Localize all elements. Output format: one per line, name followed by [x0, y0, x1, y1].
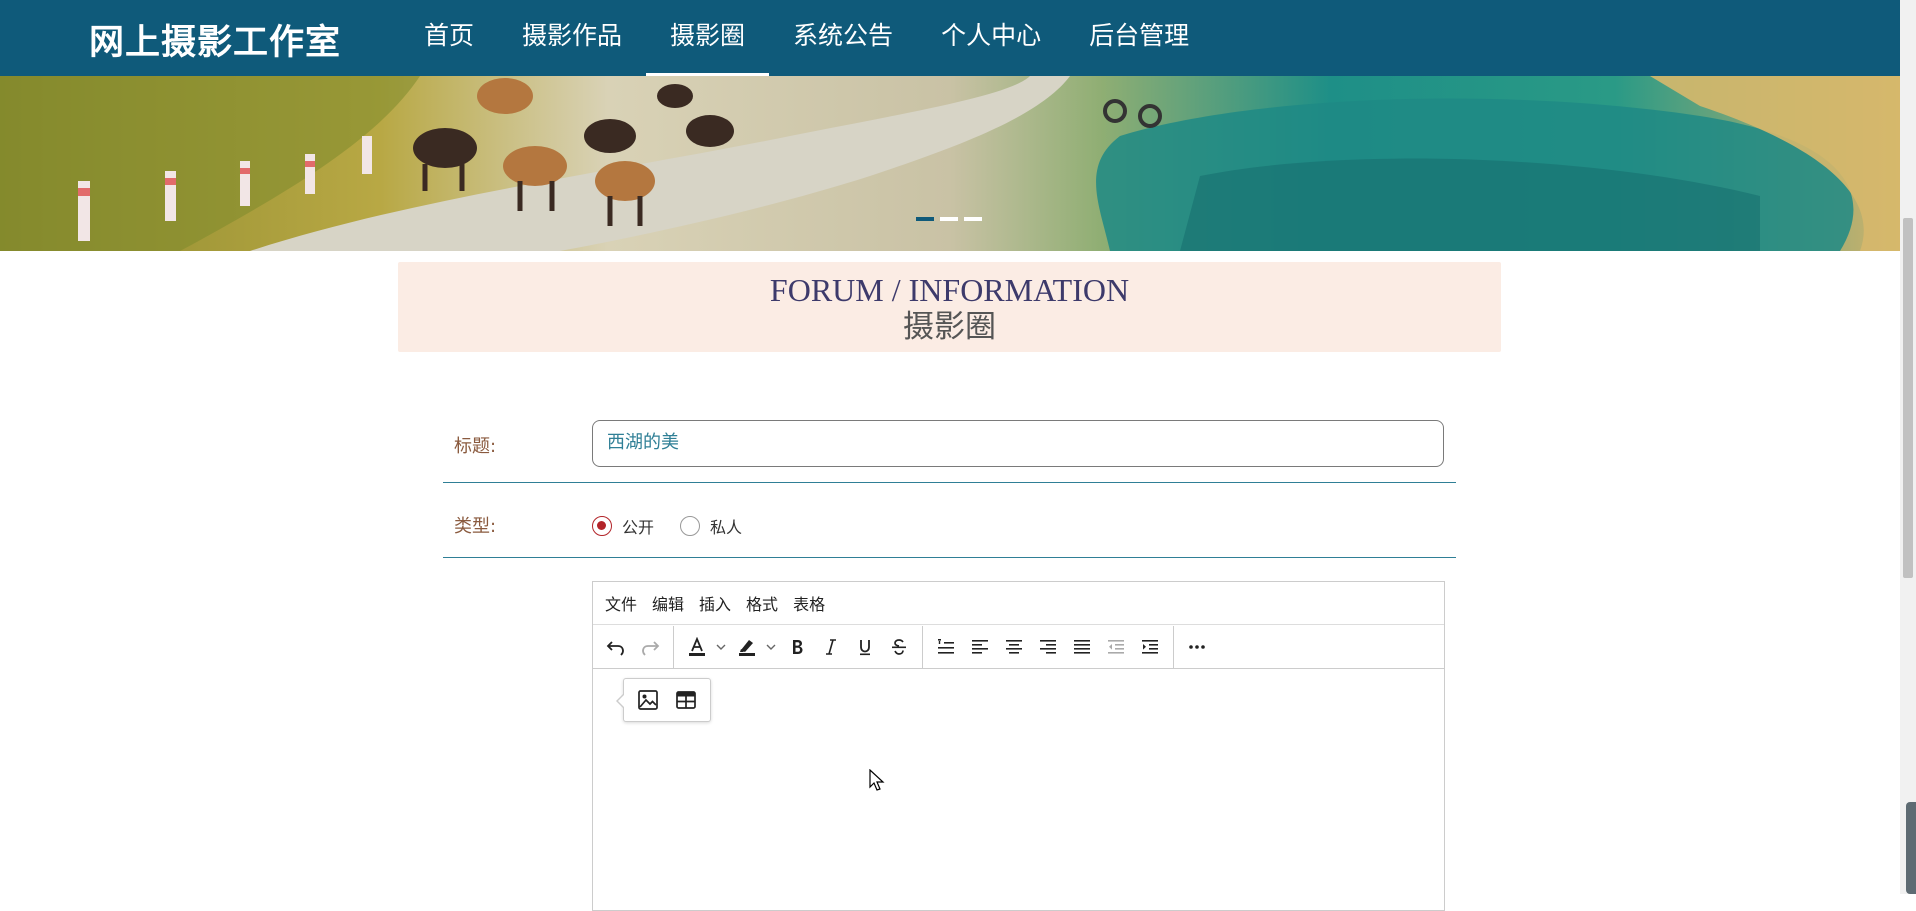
strikethrough-icon[interactable] [882, 630, 916, 664]
text-color-icon[interactable] [680, 630, 714, 664]
nav-item-admin[interactable]: 后台管理 [1065, 0, 1213, 76]
title-input[interactable]: 西湖的美 [592, 420, 1444, 467]
type-radio-group: 公开 私人 [592, 514, 768, 538]
underline-icon[interactable] [848, 630, 882, 664]
section-title-cn: 摄影圈 [903, 309, 996, 345]
menu-format[interactable]: 格式 [746, 591, 778, 615]
highlight-button[interactable] [730, 630, 778, 664]
banner-carousel[interactable] [0, 76, 1900, 251]
rich-text-editor: 文件 编辑 插入 格式 表格 [592, 581, 1445, 911]
toolbar-separator [922, 625, 923, 668]
type-label: 类型: [454, 516, 497, 537]
nav-item-home[interactable]: 首页 [400, 0, 498, 76]
carousel-dot-3[interactable] [964, 217, 982, 221]
radio-public-circle[interactable] [592, 516, 612, 536]
chevron-down-icon[interactable] [714, 642, 728, 652]
top-navbar: 网上摄影工作室 首页 摄影作品 摄影圈 系统公告 个人中心 后台管理 [0, 0, 1900, 76]
more-icon[interactable] [1180, 630, 1214, 664]
menu-table[interactable]: 表格 [793, 591, 825, 615]
scrollbar-thumb[interactable] [1903, 218, 1913, 578]
editor-content-area[interactable] [593, 668, 1444, 910]
toolbar-separator [1173, 625, 1174, 668]
type-radio-public[interactable]: 公开 [592, 514, 654, 538]
side-floating-tab[interactable] [1906, 802, 1916, 894]
carousel-dot-2[interactable] [940, 217, 958, 221]
image-icon[interactable] [632, 684, 664, 716]
align-justify-icon[interactable] [1065, 630, 1099, 664]
banner-image [0, 76, 1900, 251]
table-icon[interactable] [670, 684, 702, 716]
editor-menubar: 文件 编辑 插入 格式 表格 [593, 582, 1444, 625]
editor-toolbar [593, 625, 1444, 669]
align-center-icon[interactable] [997, 630, 1031, 664]
align-right-icon[interactable] [1031, 630, 1065, 664]
nav-item-profile[interactable]: 个人中心 [917, 0, 1065, 76]
title-row: 标题: 西湖的美 [443, 404, 1456, 483]
nav-item-works[interactable]: 摄影作品 [498, 0, 646, 76]
quick-insert-popup [616, 678, 711, 722]
mouse-cursor-icon [869, 768, 885, 797]
carousel-dot-1[interactable] [916, 217, 934, 221]
carousel-indicators [916, 217, 982, 221]
outdent-icon[interactable] [1099, 630, 1133, 664]
menu-insert[interactable]: 插入 [699, 591, 731, 615]
highlight-icon[interactable] [730, 630, 764, 664]
section-header: FORUM / INFORMATION 摄影圈 [398, 262, 1501, 352]
text-color-button[interactable] [680, 630, 728, 664]
radio-private-label: 私人 [710, 518, 743, 537]
radio-private-circle[interactable] [680, 516, 701, 536]
menu-edit[interactable]: 编辑 [652, 591, 684, 615]
menu-file[interactable]: 文件 [605, 591, 637, 615]
italic-icon[interactable] [814, 630, 848, 664]
line-height-icon[interactable] [929, 630, 963, 664]
main-nav: 首页 摄影作品 摄影圈 系统公告 个人中心 后台管理 [400, 0, 1213, 76]
site-brand[interactable]: 网上摄影工作室 [89, 14, 341, 65]
type-radio-private[interactable]: 私人 [680, 514, 742, 538]
bold-icon[interactable] [780, 630, 814, 664]
type-row: 类型: 公开 私人 [443, 482, 1456, 558]
radio-public-label: 公开 [622, 518, 655, 537]
section-title-en: FORUM / INFORMATION [769, 272, 1130, 308]
undo-icon[interactable] [599, 630, 633, 664]
nav-item-announcements[interactable]: 系统公告 [769, 0, 917, 76]
title-label: 标题: [454, 436, 497, 457]
align-left-icon[interactable] [963, 630, 997, 664]
indent-icon[interactable] [1133, 630, 1167, 664]
nav-item-forum[interactable]: 摄影圈 [646, 0, 770, 76]
redo-icon[interactable] [633, 630, 667, 664]
chevron-down-icon[interactable] [764, 642, 778, 652]
toolbar-separator [673, 625, 674, 668]
